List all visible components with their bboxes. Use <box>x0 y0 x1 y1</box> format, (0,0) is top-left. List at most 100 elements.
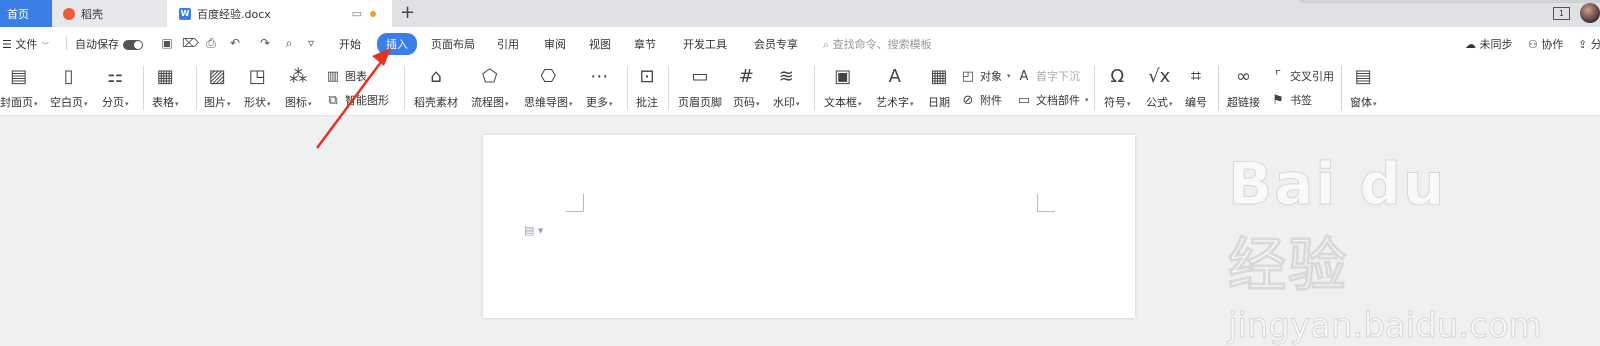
smartart-button[interactable]: ⧉ 智能图形 <box>325 92 389 108</box>
menu-tab-layout[interactable]: 页面布局 <box>431 36 475 52</box>
crop-mark-right <box>1037 194 1055 212</box>
insert-ribbon: ▤ 封面页▾ ▯ 空白页▾ ⚏ 分页▾ ▦ 表格▾ ▨ 图片▾ ◳ 形状▾ ⁂ 图标▾ ▥ 图表… <box>0 60 1600 116</box>
dropcap-button[interactable]: A 首字下沉 <box>1016 68 1080 84</box>
customize-toolbar-icon[interactable]: ▿ <box>304 36 318 50</box>
form-window-button[interactable]: ▤ 窗体▾ <box>1350 66 1377 110</box>
mindmap-button[interactable]: ⎔ 思维导图▾ <box>524 66 573 110</box>
menu-tab-references[interactable]: 引用 <box>497 36 519 52</box>
bookmark-button[interactable]: ⚑ 书签 <box>1270 92 1312 108</box>
hyperlink-button[interactable]: ∞ 超链接 <box>1227 66 1260 110</box>
table-button[interactable]: ▦ 表格▾ <box>152 66 179 110</box>
shape-button[interactable]: ◳ 形状▾ <box>244 66 271 110</box>
print-preview-icon[interactable]: ⌕ <box>282 36 296 50</box>
divider <box>814 66 815 110</box>
hyperlink-label: 超链接 <box>1227 96 1260 109</box>
redo-icon[interactable]: ↷ <box>258 36 272 50</box>
page-number-button[interactable]: # 页码▾ <box>733 66 760 110</box>
paragraph-options-icon[interactable]: ▤ ▾ <box>524 224 543 237</box>
page-break-button[interactable]: ⚏ 分页▾ <box>102 66 129 110</box>
sync-status[interactable]: ☁ 未同步 <box>1465 36 1513 52</box>
divider <box>404 66 405 110</box>
collaborate-label: 协作 <box>1541 38 1564 51</box>
formula-button[interactable]: √x 公式▾ <box>1146 66 1173 110</box>
object-button[interactable]: ◰ 对象 ▾ <box>960 68 1011 84</box>
doc-parts-button[interactable]: ▭ 文档部件 ▾ <box>1016 92 1089 108</box>
smartart-icon: ⧉ <box>328 92 338 108</box>
word-doc-icon: W <box>179 7 191 20</box>
attachment-button[interactable]: ⊘ 附件 <box>960 92 1002 108</box>
watermark-label: 水印 <box>773 96 795 109</box>
tab-bar: 首页 稻壳 W 百度经验.docx ▭ + 1 <box>0 0 1600 27</box>
search-icon: ⌕ <box>823 38 830 51</box>
divider <box>1341 66 1342 110</box>
menu-tab-member[interactable]: 会员专享 <box>754 36 798 52</box>
blank-page-button[interactable]: ▯ 空白页▾ <box>50 66 88 110</box>
monitor-icon[interactable]: ▭ <box>352 7 362 20</box>
comment-button[interactable]: ⊡ 批注 <box>636 66 658 110</box>
share-button[interactable]: ⇪ 分 <box>1578 36 1600 52</box>
tab-controls: ▭ <box>352 7 376 20</box>
object-icon: ◰ <box>961 68 975 84</box>
table-icon: ▦ <box>156 66 174 87</box>
header-footer-button[interactable]: ▭ 页眉页脚 <box>678 66 722 110</box>
baidu-watermark: Bai du 经验 jingyan.baidu.com <box>1228 150 1543 346</box>
save-icon[interactable]: ▣ <box>160 36 174 50</box>
autosave-toggle[interactable]: 自动保存 <box>75 36 143 52</box>
menu-tab-review[interactable]: 审阅 <box>544 36 566 52</box>
menu-tab-developer[interactable]: 开发工具 <box>683 36 727 52</box>
watermark-line1: Bai du 经验 <box>1228 150 1447 300</box>
mindmap-icon: ⎔ <box>540 66 557 87</box>
tab-home[interactable]: 首页 <box>0 0 52 27</box>
chevron-down-icon: ﹀ <box>41 42 49 50</box>
new-tab-button[interactable]: + <box>400 2 415 23</box>
divider <box>1218 66 1219 110</box>
tab-document[interactable]: W 百度经验.docx ▭ <box>167 0 392 27</box>
undo-icon[interactable]: ↶ <box>228 36 242 50</box>
wordart-label: 艺术字 <box>876 96 909 109</box>
chart-button[interactable]: ▥ 图表 <box>325 68 367 84</box>
tab-docer-label: 稻壳 <box>81 7 103 21</box>
formula-icon: √x <box>1148 66 1171 87</box>
tab-document-label: 百度经验.docx <box>197 7 271 21</box>
cover-page-button[interactable]: ▤ 封面页▾ <box>0 66 38 110</box>
textbox-button[interactable]: ▣ 文本框▾ <box>824 66 862 110</box>
command-search[interactable]: ⌕ 查找命令、搜索模板 <box>823 36 932 52</box>
menu-tab-view[interactable]: 视图 <box>589 36 611 52</box>
divider <box>66 36 67 50</box>
collaborate-button[interactable]: ⚇ 协作 <box>1528 36 1563 52</box>
mindmap-label: 思维导图 <box>524 96 568 109</box>
print-icon[interactable]: ⎙ <box>204 36 218 50</box>
header-footer-icon: ▭ <box>691 66 709 87</box>
docer-material-button[interactable]: ⌂ 稻壳素材 <box>414 66 458 110</box>
wordart-button[interactable]: A 艺术字▾ <box>876 66 914 110</box>
watermark-button[interactable]: ≋ 水印▾ <box>773 66 800 110</box>
divider <box>196 66 197 110</box>
cloud-icon: ☁ <box>1465 38 1476 51</box>
more-button[interactable]: ⋯ 更多▾ <box>586 66 613 110</box>
comment-label: 批注 <box>636 96 658 109</box>
toggle-switch-icon[interactable] <box>122 40 143 50</box>
flowchart-button[interactable]: ⬠ 流程图▾ <box>471 66 509 110</box>
menu-tab-home[interactable]: 开始 <box>339 36 361 52</box>
bookmark-label: 书签 <box>1290 94 1312 107</box>
menu-tab-insert[interactable]: 插入 <box>377 33 417 55</box>
textbox-icon: ▣ <box>834 66 852 87</box>
avatar[interactable] <box>1580 3 1600 23</box>
crossref-button[interactable]: ⌜ 交叉引用 <box>1270 68 1334 84</box>
numbering-button[interactable]: ⌗ 编号 <box>1185 66 1207 110</box>
symbol-button[interactable]: Ω 符号▾ <box>1104 66 1131 110</box>
picture-button[interactable]: ▨ 图片▾ <box>204 66 231 110</box>
date-button[interactable]: ▦ 日期 <box>928 66 950 110</box>
icon-button[interactable]: ⁂ 图标▾ <box>285 66 312 110</box>
document-page[interactable] <box>483 135 1135 318</box>
numbering-label: 编号 <box>1185 96 1207 109</box>
page-break-label: 分页 <box>102 96 124 109</box>
textbox-label: 文本框 <box>824 96 857 109</box>
object-label: 对象 <box>980 70 1002 83</box>
page-count-icon[interactable]: 1 <box>1553 6 1570 20</box>
menu-tab-section[interactable]: 章节 <box>634 36 656 52</box>
file-menu[interactable]: ☰ 文件 ﹀ <box>2 36 49 52</box>
format-painter-icon[interactable]: ⌦ <box>182 36 199 50</box>
tab-docer[interactable]: 稻壳 <box>53 0 166 27</box>
formula-label: 公式 <box>1146 96 1168 109</box>
